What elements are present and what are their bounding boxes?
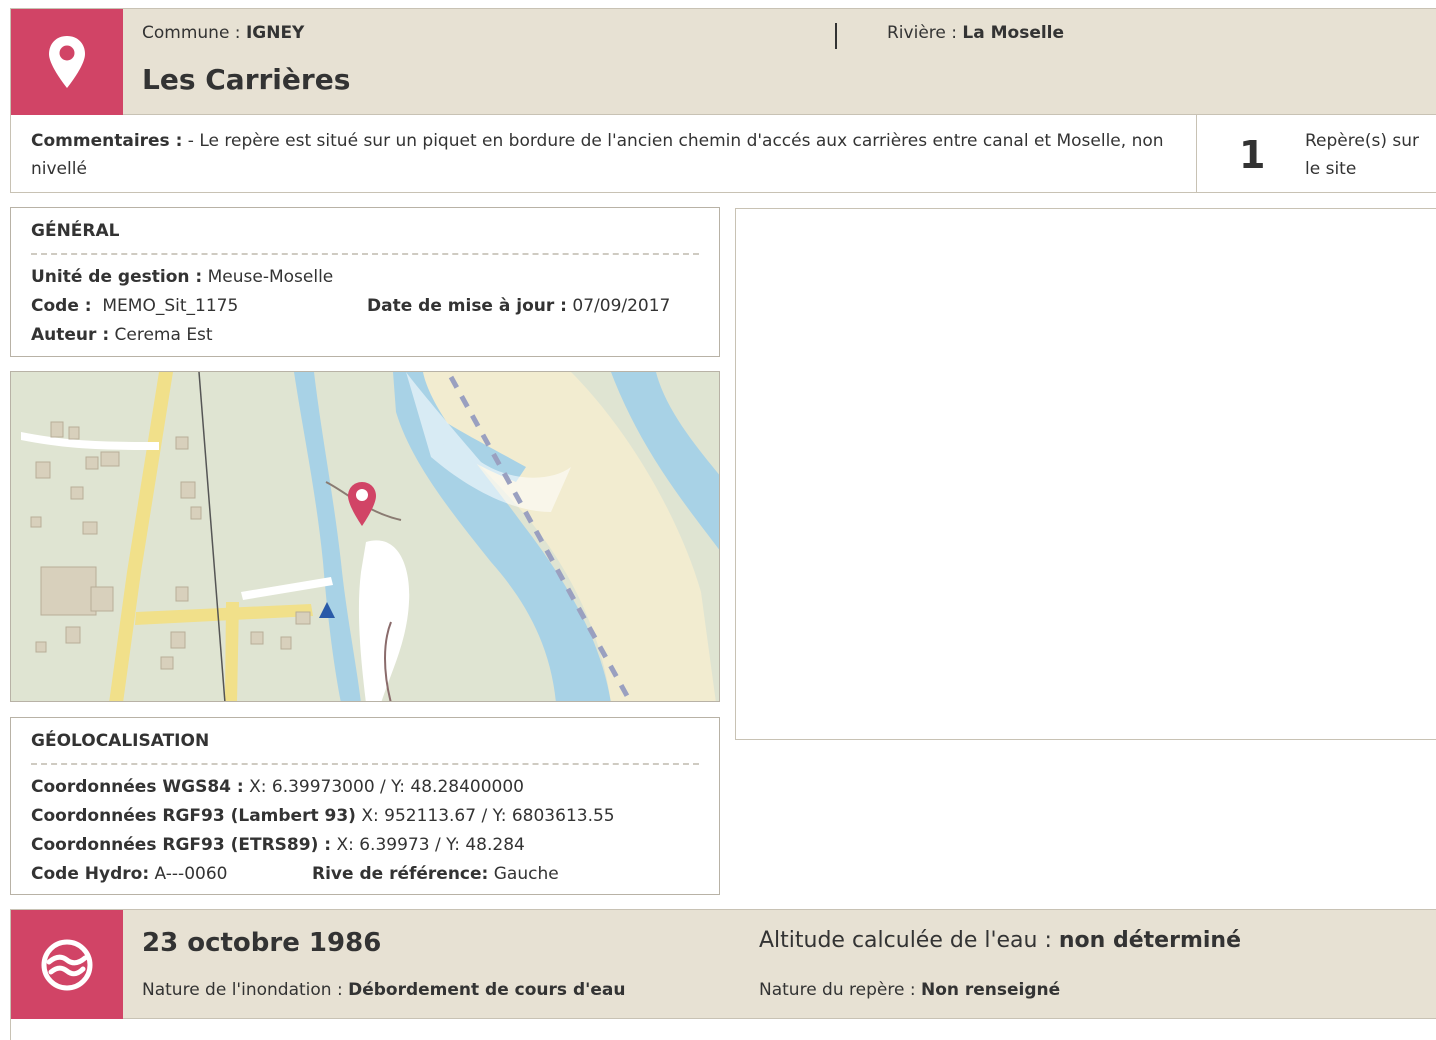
date-maj: Date de mise à jour : 07/09/2017 bbox=[367, 292, 670, 321]
date-label: Date de mise à jour : bbox=[367, 296, 567, 316]
site-header: Commune : IGNEY Rivière : La Moselle Les… bbox=[10, 8, 1436, 115]
etrs-row: Coordonnées RGF93 (ETRS89) : X: 6.39973 … bbox=[11, 831, 719, 860]
etrs-value: X: 6.39973 / Y: 48.284 bbox=[331, 835, 525, 855]
lambert-label: Coordonnées RGF93 (Lambert 93) bbox=[31, 806, 356, 826]
unite-value: Meuse-Moselle bbox=[202, 267, 334, 287]
unite-row: Unité de gestion : Meuse-Moselle bbox=[11, 263, 719, 292]
altitude-eau: Altitude calculée de l'eau : non détermi… bbox=[759, 928, 1241, 953]
general-card: GÉNÉRAL Unité de gestion : Meuse-Moselle… bbox=[10, 207, 720, 357]
commune-label: Commune : bbox=[142, 23, 246, 43]
code-label: Code : bbox=[31, 296, 92, 316]
geo-title: GÉOLOCALISATION bbox=[31, 731, 210, 751]
nature-inond-label: Nature de l'inondation : bbox=[142, 980, 349, 1000]
commune: Commune : IGNEY bbox=[142, 23, 304, 43]
comments-text: Commentaires : - Le repère est situé sur… bbox=[31, 127, 1171, 183]
hydro-value: A---0060 bbox=[149, 864, 228, 884]
rive-ref: Rive de référence: Gauche bbox=[312, 860, 559, 889]
comments-divider bbox=[1196, 115, 1197, 192]
nature-repere: Nature du repère : Non renseigné bbox=[759, 980, 1060, 1000]
comments-value: - Le repère est situé sur un piquet en b… bbox=[31, 131, 1164, 179]
map-pin-icon bbox=[49, 36, 85, 88]
riviere: Rivière : La Moselle bbox=[887, 23, 1064, 43]
hydro-label: Code Hydro: bbox=[31, 864, 150, 884]
site-title: Les Carrières bbox=[142, 63, 351, 96]
dashed-divider bbox=[31, 763, 699, 765]
altitude-value: non déterminé bbox=[1058, 928, 1241, 953]
lambert-row: Coordonnées RGF93 (Lambert 93) X: 952113… bbox=[11, 802, 719, 831]
dashed-divider bbox=[31, 253, 699, 255]
lambert-value: X: 952113.67 / Y: 6803613.55 bbox=[355, 806, 615, 826]
riviere-label: Rivière : bbox=[887, 23, 963, 43]
location-map[interactable] bbox=[10, 371, 720, 702]
wgs-value: X: 6.39973000 / Y: 48.28400000 bbox=[243, 777, 524, 797]
rive-value: Gauche bbox=[488, 864, 559, 884]
auteur-row: Auteur : Cerema Est bbox=[11, 321, 719, 350]
repere-count-label: Repère(s) sur le site bbox=[1305, 131, 1419, 179]
hydro-row: Code Hydro: A---0060 Rive de référence: … bbox=[11, 860, 719, 889]
nature-inondation: Nature de l'inondation : Débordement de … bbox=[142, 980, 625, 1000]
date-value: 07/09/2017 bbox=[566, 296, 671, 316]
geolocation-card: GÉOLOCALISATION Coordonnées WGS84 : X: 6… bbox=[10, 717, 720, 895]
photo-panel bbox=[735, 208, 1436, 740]
auteur-value: Cerema Est bbox=[109, 325, 213, 345]
altitude-label: Altitude calculée de l'eau : bbox=[759, 928, 1059, 953]
comments-bar: Commentaires : - Le repère est situé sur… bbox=[10, 115, 1436, 193]
nature-rep-value: Non renseigné bbox=[920, 980, 1061, 1000]
wgs-row: Coordonnées WGS84 : X: 6.39973000 / Y: 4… bbox=[11, 773, 719, 802]
repere-count: 1 bbox=[1239, 133, 1266, 177]
nature-inond-value: Débordement de cours d'eau bbox=[348, 980, 626, 1000]
map-canvas[interactable] bbox=[11, 372, 720, 702]
comments-label: Commentaires : bbox=[31, 131, 183, 151]
flood-wave-icon bbox=[41, 939, 93, 990]
wgs-label: Coordonnées WGS84 : bbox=[31, 777, 244, 797]
code-value: MEMO_Sit_1175 bbox=[91, 296, 239, 316]
etrs-label: Coordonnées RGF93 (ETRS89) : bbox=[31, 835, 332, 855]
riviere-value: La Moselle bbox=[962, 23, 1065, 43]
code-row: Code : MEMO_Sit_1175 Date de mise à jour… bbox=[11, 292, 719, 321]
event-date: 23 octobre 1986 bbox=[142, 928, 382, 958]
nature-rep-label: Nature du repère : bbox=[759, 980, 921, 1000]
event-icon-box bbox=[11, 910, 123, 1019]
site-icon-box bbox=[11, 9, 123, 115]
unite-label: Unité de gestion : bbox=[31, 267, 203, 287]
event-body bbox=[10, 1019, 1436, 1040]
commune-value: IGNEY bbox=[245, 23, 305, 43]
header-divider bbox=[835, 23, 837, 49]
auteur-label: Auteur : bbox=[31, 325, 110, 345]
flood-event-header: 23 octobre 1986 Nature de l'inondation :… bbox=[10, 909, 1436, 1019]
general-title: GÉNÉRAL bbox=[31, 221, 120, 241]
rive-label: Rive de référence: bbox=[312, 864, 489, 884]
